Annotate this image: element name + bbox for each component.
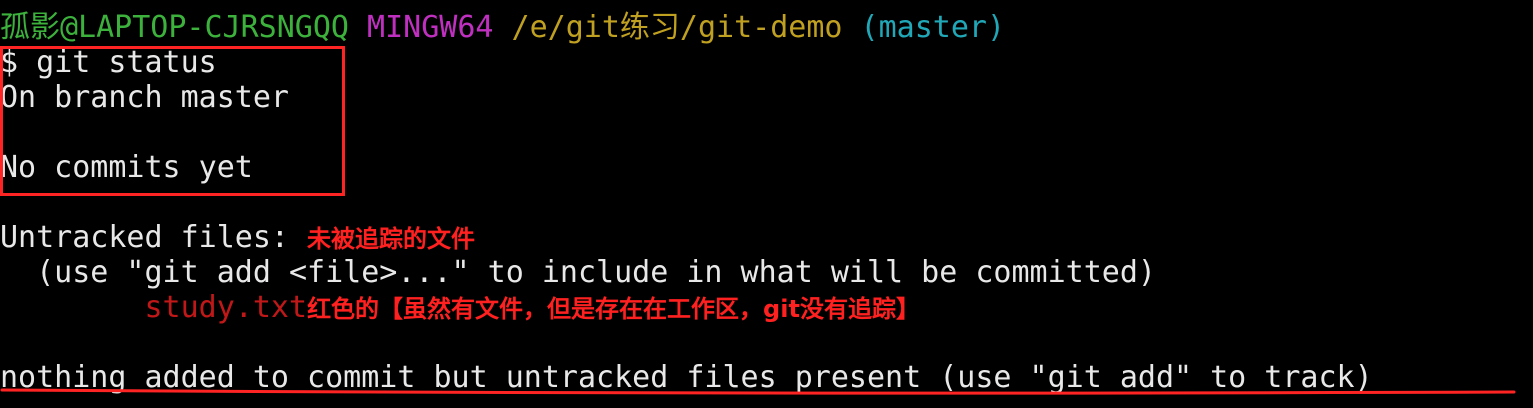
untracked-header: Untracked files: (0, 220, 289, 255)
file-annotation: 红色的【虽然有文件，但是存在在工作区，git没有追踪】 (307, 295, 920, 323)
untracked-file-name: study.txt (144, 290, 308, 325)
prompt-user-host: 孤影@LAPTOP-CJRSNGQQ (0, 10, 349, 45)
untracked-annotation: 未被追踪的文件 (307, 225, 476, 253)
prompt-line: 孤影@LAPTOP-CJRSNGQQ MINGW64 /e/git练习/git-… (0, 10, 1005, 45)
highlight-underline (0, 388, 1516, 395)
prompt-path: /e/git练习/git-demo (511, 10, 843, 45)
highlight-box (0, 46, 345, 196)
untracked-file-line: study.txt红色的【虽然有文件，但是存在在工作区，git没有追踪】 (0, 290, 920, 325)
prompt-branch: (master) (860, 10, 1006, 45)
file-indent (0, 290, 145, 325)
use-hint-line: (use "git add <file>..." to include in w… (0, 255, 1156, 290)
prompt-shell: MINGW64 (367, 10, 494, 45)
untracked-header-line: Untracked files: 未被追踪的文件 (0, 220, 475, 255)
